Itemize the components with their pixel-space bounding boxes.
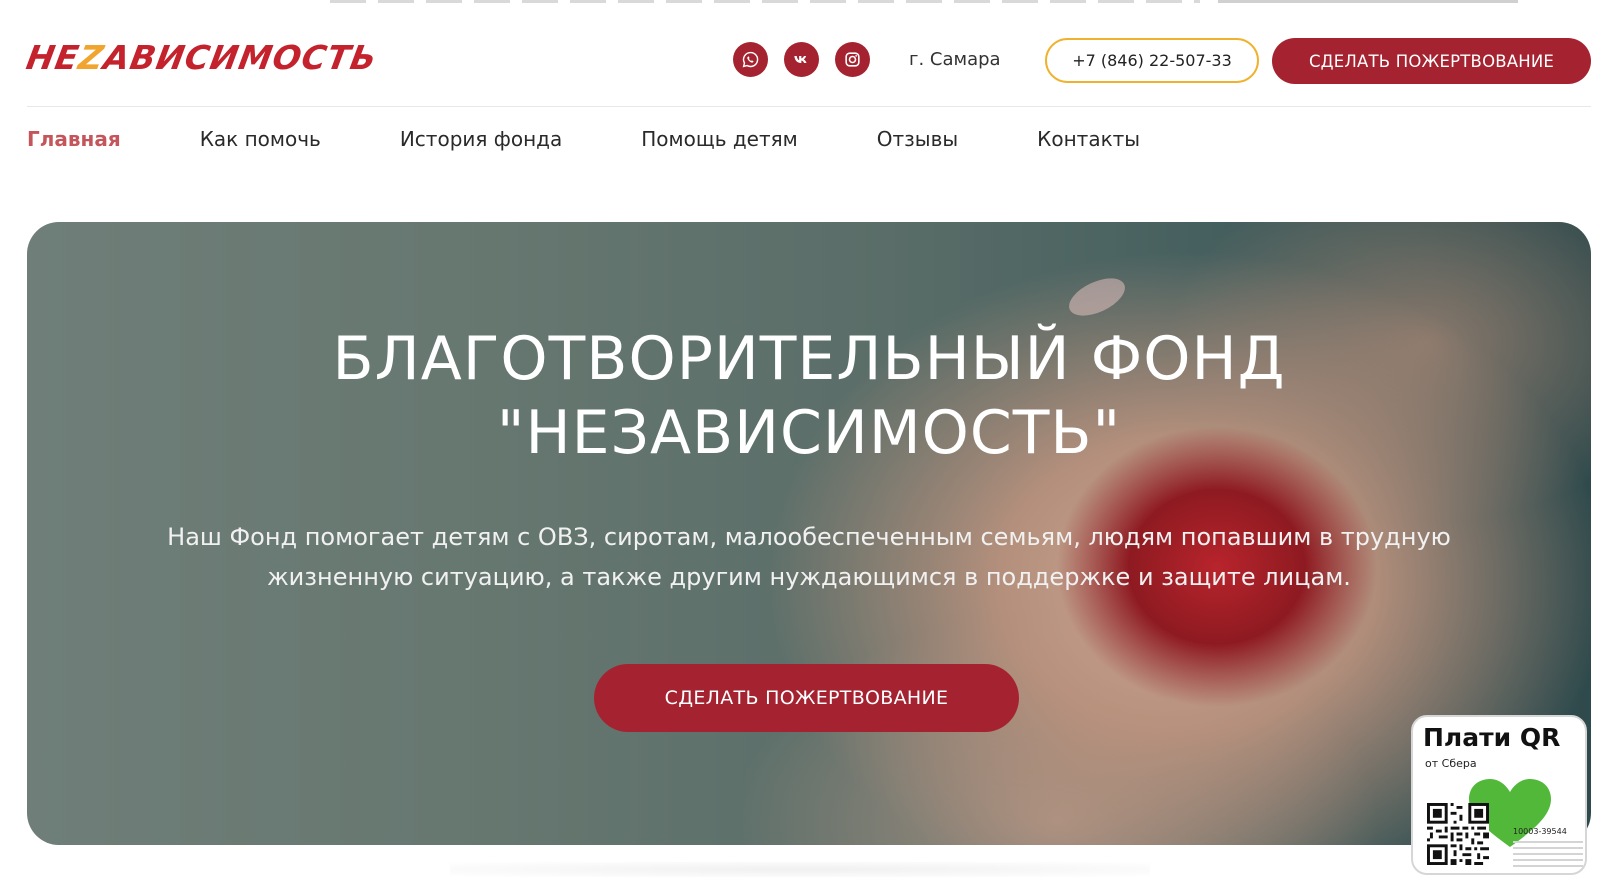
city-label: г. Самара — [909, 49, 1001, 70]
hero-subtitle: Наш Фонд помогает детям с ОВЗ, сиротам, … — [137, 517, 1481, 597]
hero-title: БЛАГОТВОРИТЕЛЬНЫЙ ФОНД "НЕЗАВИСИМОСТЬ" — [27, 322, 1591, 470]
donate-header-button[interactable]: СДЕЛАТЬ ПОЖЕРТВОВАНИЕ — [1272, 38, 1591, 84]
qr-fine-print — [1513, 841, 1583, 867]
hero-heart-image — [1063, 270, 1131, 324]
site-logo[interactable]: НЕ Z АВИСИМОСТЬ — [23, 37, 381, 77]
nav-item-help-children[interactable]: Помощь детям — [641, 127, 797, 151]
nav-item-reviews[interactable]: Отзывы — [877, 127, 958, 151]
header-divider — [27, 106, 1591, 107]
hero-banner: БЛАГОТВОРИТЕЛЬНЫЙ ФОНД "НЕЗАВИСИМОСТЬ" Н… — [27, 222, 1591, 845]
social-links — [733, 42, 870, 77]
vk-icon[interactable] — [784, 42, 819, 77]
hero-title-line1: БЛАГОТВОРИТЕЛЬНЫЙ ФОНД — [332, 324, 1286, 394]
main-nav: Главная Как помочь История фонда Помощь … — [27, 127, 1219, 151]
top-decor-strip-right — [1218, 0, 1518, 3]
nav-item-how-to-help[interactable]: Как помочь — [200, 127, 321, 151]
donate-hero-button[interactable]: СДЕЛАТЬ ПОЖЕРТВОВАНИЕ — [594, 664, 1019, 732]
qr-code-icon — [1427, 803, 1489, 865]
phone-button[interactable]: +7 (846) 22-507-33 — [1045, 38, 1259, 83]
hero-subtitle-line1: Наш Фонд помогает детям с ОВЗ, сиротам, … — [167, 523, 1451, 551]
qr-widget-title: Плати QR — [1423, 723, 1561, 752]
nav-item-history[interactable]: История фонда — [400, 127, 562, 151]
qr-widget-subtitle: от Сбера — [1425, 757, 1477, 770]
logo-text-part1: НЕ — [23, 37, 83, 77]
hero-title-line2: "НЕЗАВИСИМОСТЬ" — [496, 398, 1122, 468]
qr-code-id: 10003-39544 — [1513, 827, 1567, 836]
sber-qr-widget[interactable]: Плати QR от Сбера 10003-39544 — [1411, 715, 1587, 875]
nav-item-contacts[interactable]: Контакты — [1037, 127, 1140, 151]
nav-item-home[interactable]: Главная — [27, 127, 121, 151]
hero-subtitle-line2: жизненную ситуацию, а также другим нужда… — [267, 563, 1351, 591]
logo-text-part2: АВИСИМОСТЬ — [100, 37, 381, 77]
whatsapp-icon[interactable] — [733, 42, 768, 77]
top-decor-strip — [330, 0, 1200, 3]
instagram-icon[interactable] — [835, 42, 870, 77]
bottom-shadow — [450, 862, 1150, 877]
